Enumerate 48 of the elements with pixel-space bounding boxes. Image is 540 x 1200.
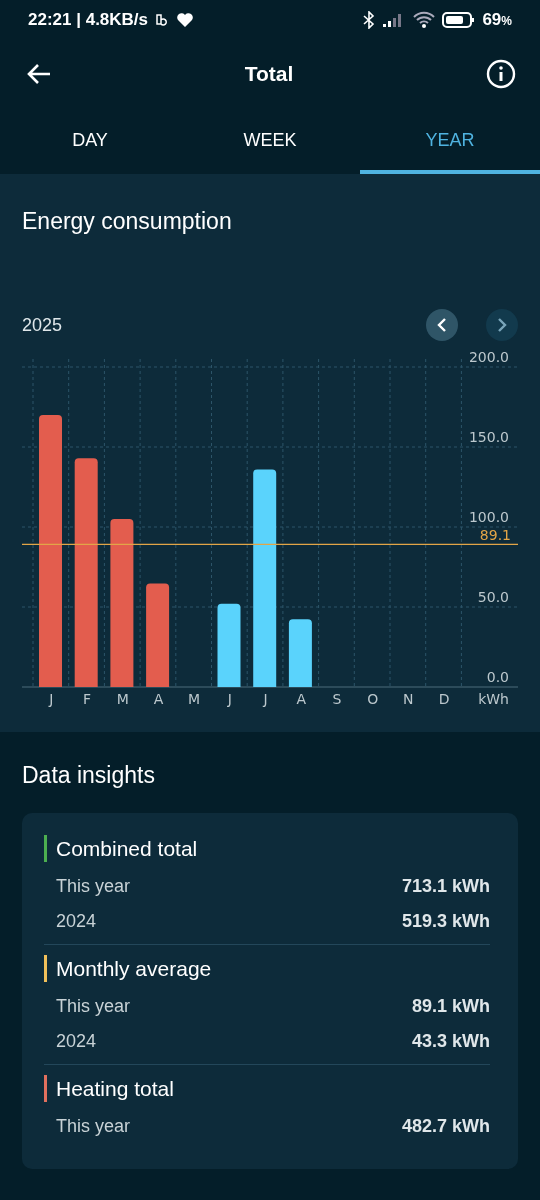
month-label: O [367, 691, 379, 707]
group-title: Combined total [56, 836, 198, 861]
month-label: N [403, 691, 414, 707]
chevron-left-icon [436, 317, 448, 333]
heart-icon [176, 12, 195, 28]
row-label: 2024 [56, 1031, 97, 1052]
axis-tick-label: 50.0 [477, 589, 509, 605]
year-label: 2025 [22, 314, 64, 336]
section-title: Data insights [21, 761, 156, 789]
bluetooth-icon [362, 11, 377, 29]
month-label: J [49, 691, 54, 707]
axis-tick-label: 100.0 [468, 509, 509, 525]
month-label: A [153, 691, 164, 707]
period-tab[interactable]: WEEK [180, 108, 360, 174]
wifi-icon [412, 11, 437, 29]
status-time: 22:21 | 4.8KB/s [28, 10, 149, 30]
axis-tick-label: 200.0 [468, 349, 509, 365]
row-value: 89.1 kWh [411, 996, 490, 1017]
battery-icon [442, 11, 477, 29]
info-button[interactable] [484, 57, 518, 91]
month-label: M [116, 691, 129, 707]
row-value: 713.1 kWh [401, 876, 490, 897]
previous-button[interactable] [426, 309, 458, 341]
axis-tick-label: 150.0 [468, 429, 509, 445]
month-label: J [227, 691, 232, 707]
battery-percent: 69% [482, 10, 512, 30]
axis-tick-label: 0.0 [486, 669, 509, 685]
month-label: J [263, 691, 268, 707]
page-title: Total [244, 62, 294, 86]
group-title: Heating total [56, 1076, 174, 1101]
row-label: This year [56, 876, 131, 897]
average-label: 89.1 [479, 527, 511, 544]
month-label: A [296, 691, 307, 707]
section-title: Energy consumption [22, 208, 233, 235]
month-label: D [438, 691, 450, 707]
month-label: S [332, 691, 342, 707]
chevron-right-icon [496, 317, 508, 333]
group-title: Monthly average [56, 956, 212, 981]
row-label: 2024 [56, 911, 97, 932]
row-value: 519.3 kWh [401, 911, 490, 932]
unit-label: kWh [478, 691, 509, 707]
month-label: M [188, 691, 201, 707]
row-label: This year [56, 996, 131, 1017]
period-tab[interactable]: DAY [0, 108, 180, 174]
row-value: 43.3 kWh [411, 1031, 490, 1052]
row-label: This year [56, 1116, 131, 1137]
row-value: 482.7 kWh [401, 1116, 490, 1137]
month-label: F [83, 691, 92, 707]
